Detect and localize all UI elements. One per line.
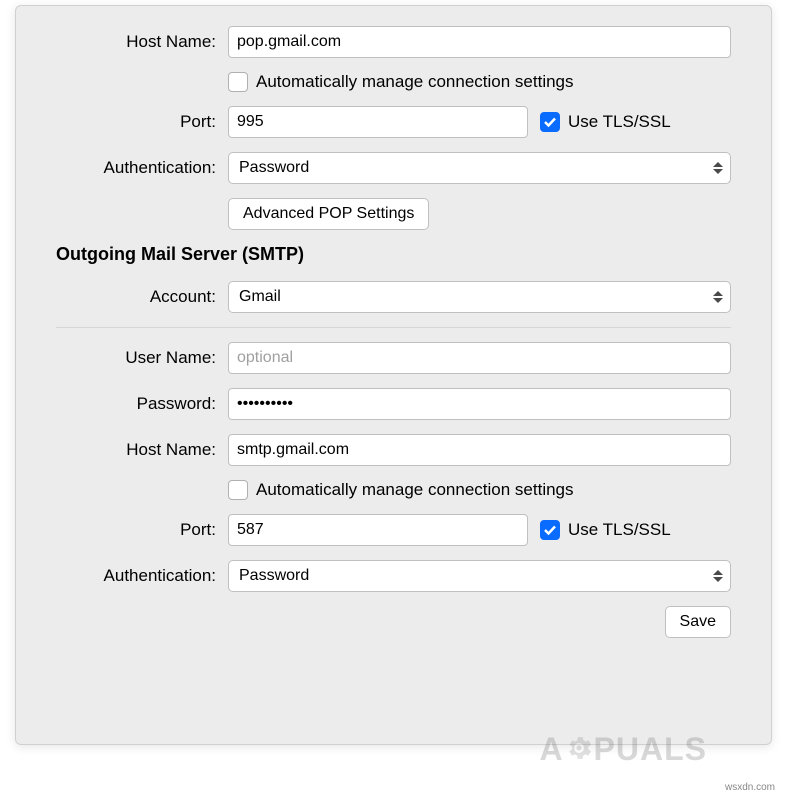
outgoing-automanage-checkbox[interactable]	[228, 480, 248, 500]
incoming-auth-row: Authentication: Password	[56, 152, 731, 184]
outgoing-port-row: Port: Use TLS/SSL	[56, 514, 731, 546]
outgoing-hostname-input[interactable]	[228, 434, 731, 466]
outgoing-section-header: Outgoing Mail Server (SMTP)	[56, 244, 731, 265]
incoming-auth-value: Password	[239, 159, 309, 177]
incoming-port-input[interactable]	[228, 106, 528, 138]
outgoing-automanage-label: Automatically manage connection settings	[256, 480, 574, 500]
outgoing-password-input[interactable]	[228, 388, 731, 420]
outgoing-automanage-row: Automatically manage connection settings	[56, 480, 731, 500]
watermark-a: A	[539, 731, 563, 767]
outgoing-port-input[interactable]	[228, 514, 528, 546]
source-text: wsxdn.com	[725, 782, 775, 793]
incoming-automanage-checkbox[interactable]	[228, 72, 248, 92]
outgoing-auth-label: Authentication:	[56, 566, 216, 586]
outgoing-port-label: Port:	[56, 520, 216, 540]
incoming-tls-label: Use TLS/SSL	[568, 112, 671, 132]
watermark: A PUALS	[539, 731, 707, 771]
advanced-pop-button[interactable]: Advanced POP Settings	[228, 198, 429, 230]
outgoing-auth-row: Authentication: Password	[56, 560, 731, 592]
outgoing-account-value: Gmail	[239, 288, 281, 306]
outgoing-account-label: Account:	[56, 287, 216, 307]
incoming-automanage-row: Automatically manage connection settings	[56, 72, 731, 92]
check-icon	[543, 523, 557, 537]
divider	[56, 327, 731, 328]
incoming-auth-label: Authentication:	[56, 158, 216, 178]
incoming-auth-select[interactable]: Password	[228, 152, 731, 184]
incoming-automanage-label: Automatically manage connection settings	[256, 72, 574, 92]
incoming-hostname-input[interactable]	[228, 26, 731, 58]
save-row: Save	[56, 606, 731, 638]
outgoing-account-row: Account: Gmail	[56, 281, 731, 313]
settings-panel: Host Name: Automatically manage connecti…	[15, 5, 772, 745]
watermark-puals: PUALS	[594, 731, 707, 767]
outgoing-username-row: User Name:	[56, 342, 731, 374]
outgoing-hostname-row: Host Name:	[56, 434, 731, 466]
incoming-port-label: Port:	[56, 112, 216, 132]
incoming-hostname-row: Host Name:	[56, 26, 731, 58]
outgoing-username-label: User Name:	[56, 348, 216, 368]
check-icon	[543, 115, 557, 129]
gear-icon	[564, 733, 594, 771]
incoming-tls-checkbox[interactable]	[540, 112, 560, 132]
incoming-port-row: Port: Use TLS/SSL	[56, 106, 731, 138]
outgoing-password-label: Password:	[56, 394, 216, 414]
outgoing-auth-value: Password	[239, 567, 309, 585]
outgoing-account-select[interactable]: Gmail	[228, 281, 731, 313]
advanced-row: Advanced POP Settings	[56, 198, 731, 230]
outgoing-hostname-label: Host Name:	[56, 440, 216, 460]
outgoing-auth-select[interactable]: Password	[228, 560, 731, 592]
incoming-hostname-label: Host Name:	[56, 32, 216, 52]
outgoing-username-input[interactable]	[228, 342, 731, 374]
outgoing-tls-label: Use TLS/SSL	[568, 520, 671, 540]
outgoing-password-row: Password:	[56, 388, 731, 420]
outgoing-tls-checkbox[interactable]	[540, 520, 560, 540]
save-button[interactable]: Save	[665, 606, 731, 638]
